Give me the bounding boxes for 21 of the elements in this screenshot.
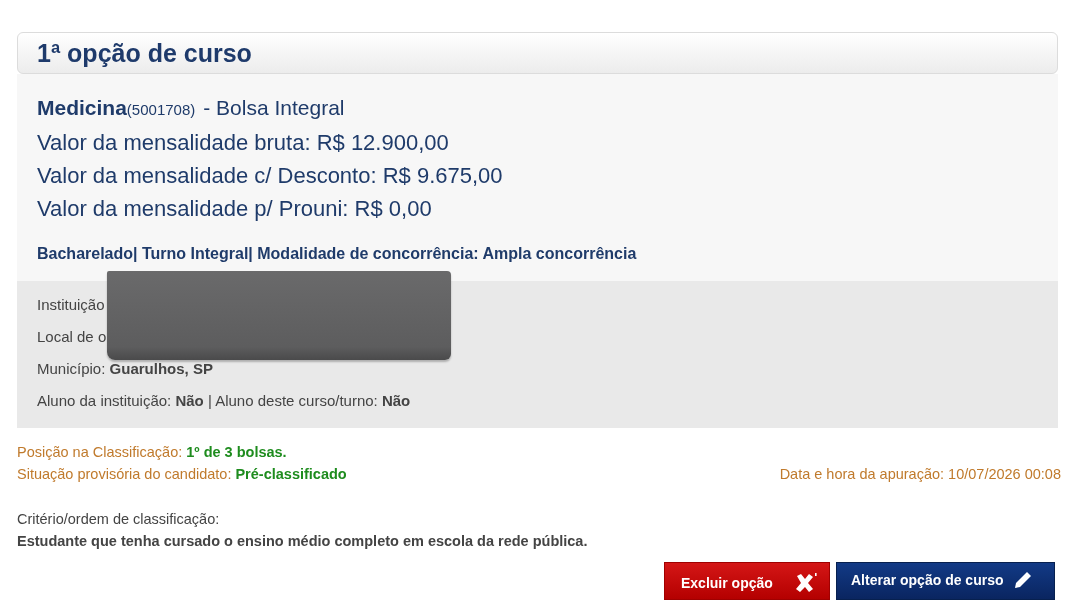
course-details: Bacharelado| Turno Integral| Modalidade de concorrência: Ampla concorrência [37,245,637,262]
section-title: 1ª opção de curso [37,38,252,68]
course-code: (5001708) [126,101,196,118]
fee-text: Valor da mensalidade bruta: R$ 12.900,00 [37,130,449,155]
fee-text: Valor da mensalidade p/ Prouni: R$ 0,00 [37,196,432,221]
delete-option-button[interactable]: Excluir opção [664,562,830,600]
info-text: Aluno da instituição: Não | Aluno deste curso/turno: Não [37,392,411,409]
course-name: Medicina [37,96,127,119]
candidate-status: Situação provisória do candidato: Pré-classificado [17,465,347,484]
criteria-text: Estudante que tenha cursado o ensino médio completo em escola da rede pública. [17,533,588,549]
pencil-icon [1013,571,1032,589]
change-course-button[interactable]: Alterar opção de curso [836,562,1055,600]
fee-text: Valor da mensalidade c/ Desconto: R$ 9.675,00 [37,163,503,188]
criteria-label: Critério/ordem de classificação: [17,511,220,527]
info-text: Local de o [37,328,107,345]
x-icon [795,573,817,593]
scholarship-type: - Bolsa Integral [203,96,345,119]
info-text: Instituição [37,296,105,313]
classification-position: Posição na Classificação: 1º de 3 bolsas. [17,444,287,460]
info-text: Município: Guarulhos, SP [37,360,213,377]
calculation-datetime: Data e hora da apuração: 10/07/2026 00:08 [779,465,1061,484]
